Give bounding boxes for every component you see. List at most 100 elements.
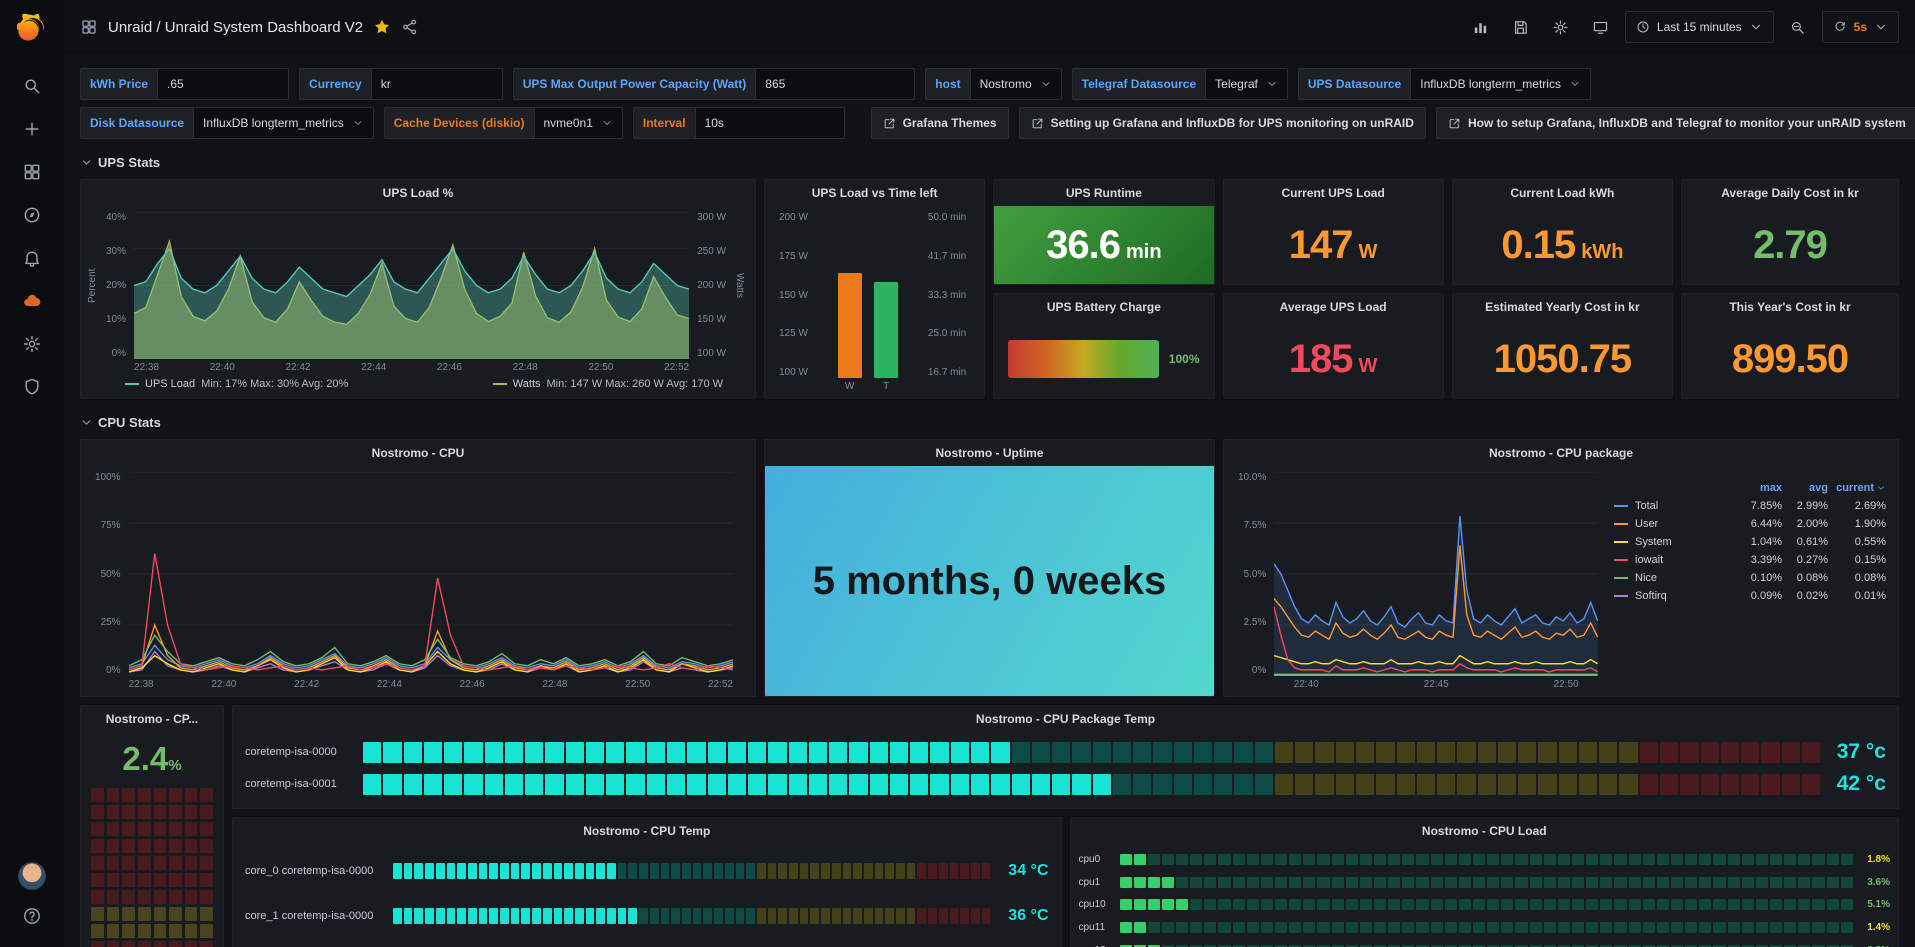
variable-input[interactable]: 865 xyxy=(755,68,915,100)
panel-title[interactable]: UPS Runtime xyxy=(994,180,1213,206)
link-grafana-themes[interactable]: Grafana Themes xyxy=(871,107,1009,139)
gauge-row: coretemp-isa-0000 37 °c xyxy=(233,736,1898,768)
panel-title[interactable]: Nostromo - CPU package xyxy=(1224,440,1898,466)
panel-title[interactable]: Current Load kWh xyxy=(1453,180,1672,206)
led-bar-gauge xyxy=(393,863,991,879)
y-axis-right: 300 W250 W200 W150 W100 W xyxy=(695,212,728,359)
link-ups-monitoring-guide[interactable]: Setting up Grafana and InfluxDB for UPS … xyxy=(1019,107,1426,139)
configuration-gear-icon[interactable] xyxy=(12,327,52,361)
stat-value: 36.6 xyxy=(1046,223,1120,268)
legend-col-current[interactable]: current xyxy=(1828,482,1886,494)
variable-select[interactable]: InfluxDB longterm_metrics xyxy=(1410,68,1591,100)
panel-title[interactable]: Average Daily Cost in kr xyxy=(1682,180,1898,206)
save-dashboard-icon[interactable] xyxy=(1505,11,1537,43)
chevron-down-icon xyxy=(80,416,93,429)
chevron-down-icon xyxy=(601,117,613,129)
panel-current-load-kwh: Current Load kWh 0.15kWh xyxy=(1452,179,1673,285)
panel-title[interactable]: Estimated Yearly Cost in kr xyxy=(1453,294,1672,320)
dashboard-title[interactable]: Unraid / Unraid System Dashboard V2 xyxy=(108,19,363,36)
user-avatar[interactable] xyxy=(18,862,46,890)
alerting-bell-icon[interactable] xyxy=(12,241,52,275)
panel-title[interactable]: Nostromo - Uptime xyxy=(765,440,1214,466)
led-bar-gauge xyxy=(1120,899,1854,910)
ups-panels-grid: UPS Load % Percent 40%30%20%10%0% 300 W2… xyxy=(80,179,1899,399)
variable-label: Cache Devices (diskio) xyxy=(384,107,534,139)
load-value: 1.4% xyxy=(1860,922,1890,933)
add-panel-icon[interactable] xyxy=(1465,11,1497,43)
help-icon[interactable] xyxy=(12,899,52,933)
time-series-plot[interactable] xyxy=(129,472,733,676)
x-axis: 22:3822:4022:4222:4422:4622:4822:5022:52 xyxy=(129,676,733,690)
variable-select[interactable]: Telegraf xyxy=(1205,68,1288,100)
panel-title[interactable]: UPS Battery Charge xyxy=(994,294,1213,320)
panel-title[interactable]: Nostromo - CPU xyxy=(81,440,755,466)
link-telegraf-setup-guide[interactable]: How to setup Grafana, InfluxDB and Teleg… xyxy=(1436,107,1915,139)
dashboard-settings-gear-icon[interactable] xyxy=(1545,11,1577,43)
chart-area: Percent 40%30%20%10%0% 300 W250 W200 W15… xyxy=(81,206,755,398)
gauge-row: cpu10 5.1% xyxy=(1071,893,1899,916)
legend-col-max[interactable]: max xyxy=(1730,482,1782,494)
variable-label: UPS Datasource xyxy=(1298,68,1410,100)
x-axis: 22:3822:4022:4222:4422:4622:4822:5022:52 xyxy=(134,359,689,373)
variable-input[interactable]: .65 xyxy=(157,68,289,100)
load-value: 3.6% xyxy=(1860,877,1890,888)
time-series-plot[interactable] xyxy=(134,212,689,359)
share-icon[interactable] xyxy=(401,18,419,36)
refresh-picker[interactable]: 5s xyxy=(1822,11,1899,43)
y-axis-label-right: Watts xyxy=(734,212,745,359)
panel-title[interactable]: Nostromo - CPU Temp xyxy=(233,818,1061,844)
panel-title[interactable]: UPS Load % xyxy=(81,180,755,206)
dashboards-icon[interactable] xyxy=(12,155,52,189)
legend-item[interactable]: UPS LoadMin: 17% Max: 30% Avg: 20% xyxy=(125,378,348,390)
gauge-row: core_0 coretemp-isa-0000 34 °C xyxy=(233,848,1061,893)
explore-compass-icon[interactable] xyxy=(12,198,52,232)
variable-select[interactable]: nvme0n1 xyxy=(534,107,623,139)
panel-title[interactable]: Current UPS Load xyxy=(1224,180,1443,206)
panel-title[interactable]: Average UPS Load xyxy=(1224,294,1443,320)
chevron-down-icon xyxy=(1569,78,1581,90)
variable-input[interactable]: kr xyxy=(371,68,503,100)
stat-value-area: 2.4 % xyxy=(81,732,223,782)
create-plus-icon[interactable] xyxy=(12,112,52,146)
panel-title[interactable]: Nostromo - CP... xyxy=(81,706,223,732)
apps-grid-icon[interactable] xyxy=(80,18,98,36)
legend-item[interactable]: WattsMin: 147 W Max: 260 W Avg: 170 W xyxy=(493,378,723,390)
chart-area: 200 W175 W150 W125 W100 W 50.0 min41.7 m… xyxy=(765,206,984,398)
zoom-out-icon[interactable] xyxy=(1782,11,1814,43)
chevron-down-icon xyxy=(1876,483,1886,493)
temp-value: 36 °C xyxy=(1001,907,1049,925)
panel-ups-runtime: UPS Runtime 36.6min xyxy=(993,179,1214,285)
variable-label: Telegraf Datasource xyxy=(1072,68,1206,100)
favorite-star-icon[interactable] xyxy=(373,18,391,36)
variable-select[interactable]: InfluxDB longterm_metrics xyxy=(193,107,374,139)
grafana-logo-icon[interactable] xyxy=(15,12,49,46)
variable-select[interactable]: Nostromo xyxy=(970,68,1062,100)
x-axis: WT xyxy=(816,378,920,392)
gauge-row: core_2 coretemp-isa-0000 37 °C xyxy=(233,939,1061,947)
cpu-package-body: 10.0%7.5%5.0%2.5%0% 22:4022:4522:50 max … xyxy=(1224,466,1898,696)
cloud-app-icon[interactable] xyxy=(12,284,52,318)
stat-value-area: 147W xyxy=(1224,206,1443,284)
stat-value-area: 2.79 xyxy=(1682,206,1898,284)
section-ups-stats[interactable]: UPS Stats xyxy=(80,149,1899,175)
admin-shield-icon[interactable] xyxy=(12,370,52,404)
search-icon[interactable] xyxy=(12,69,52,103)
cycle-view-monitor-icon[interactable] xyxy=(1585,11,1617,43)
legend-row: Softirq0.09%0.02%0.01% xyxy=(1614,590,1886,602)
section-cpu-stats[interactable]: CPU Stats xyxy=(80,409,1899,435)
panel-cpu-temp: Nostromo - CPU Temp core_0 coretemp-isa-… xyxy=(232,817,1062,947)
panel-title[interactable]: UPS Load vs Time left xyxy=(765,180,984,206)
time-series-plot[interactable] xyxy=(1274,472,1598,676)
panel-ups-load-vs-time-left: UPS Load vs Time left 200 W175 W150 W125… xyxy=(764,179,985,399)
grafana-app: Unraid / Unraid System Dashboard V2 Last… xyxy=(0,0,1915,947)
time-range-picker[interactable]: Last 15 minutes xyxy=(1625,11,1774,43)
panel-title[interactable]: This Year's Cost in kr xyxy=(1682,294,1898,320)
variable-input[interactable]: 10s xyxy=(695,107,845,139)
legend-col-avg[interactable]: avg xyxy=(1782,482,1828,494)
panel-current-ups-load: Current UPS Load 147W xyxy=(1223,179,1444,285)
panel-title[interactable]: Nostromo - CPU Load xyxy=(1071,818,1899,844)
panel-title[interactable]: Nostromo - CPU Package Temp xyxy=(233,706,1898,732)
stat-value-area: 1050.75 xyxy=(1453,320,1672,398)
bar-plot[interactable] xyxy=(816,212,920,378)
panel-ups-battery-charge: UPS Battery Charge 100% xyxy=(993,293,1214,399)
